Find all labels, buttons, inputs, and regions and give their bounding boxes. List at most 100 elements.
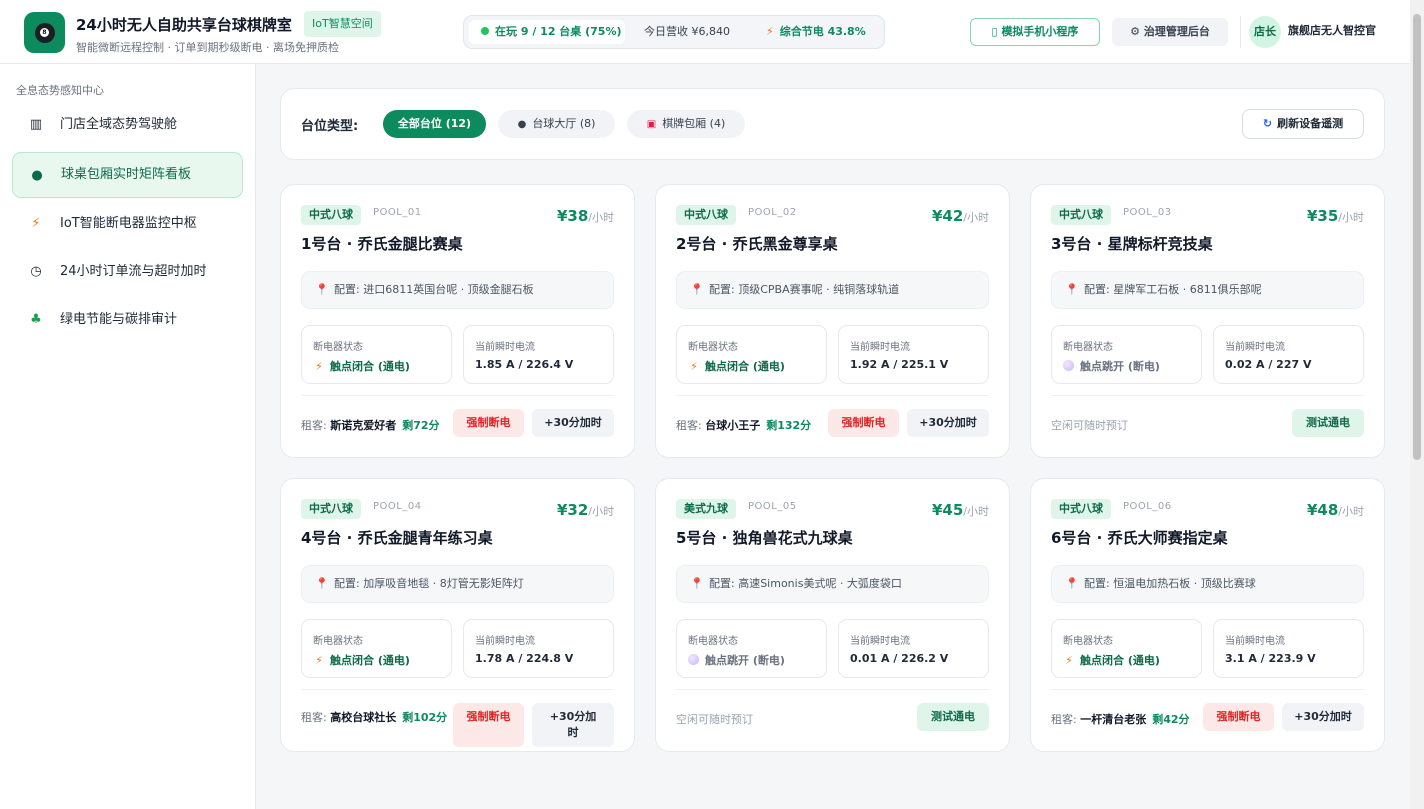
table-name: 2号台 · 乔氏黑金尊享桌 (676, 235, 838, 253)
table-name: 6号台 · 乔氏大师赛指定桌 (1051, 529, 1228, 547)
table-config: 📍 配置: 进口6811英国台呢 · 顶级金腿石板 (301, 271, 614, 309)
table-price: ¥35/小时 (1306, 207, 1364, 225)
sidebar-heading: 全息态势感知中心 (16, 84, 104, 97)
live-dot-icon (481, 27, 489, 35)
bolt-icon: ⚡ (315, 654, 323, 667)
table-type-tag: 中式八球 (301, 499, 361, 519)
table-card: 美式九球 POOL_05 ¥45/小时 5号台 · 独角兽花式九球桌 📍 配置: 高速Si… (655, 478, 1010, 752)
tenant-info: 租客: 台球小王子 剩132分 (676, 419, 812, 432)
idle-status: 空闲可随时预订 (676, 713, 753, 726)
table-price: ¥38/小时 (556, 207, 614, 225)
extend-30min-button[interactable]: +30分加时 (1282, 703, 1364, 731)
force-power-off-button[interactable]: 强制断电 (828, 409, 899, 437)
pin-icon: 📍 (1065, 283, 1079, 296)
iot-badge: IoT智慧空间 (304, 11, 381, 37)
bolt-icon: ⚡ (1065, 654, 1073, 667)
table-config: 📍 配置: 高速Simonis美式呢 · 大弧度袋口 (676, 565, 989, 603)
bolt-icon: ⚡ (690, 360, 698, 373)
sidebar-item-orders[interactable]: ◷ 24小时订单流与超时加时 (12, 249, 243, 295)
force-power-off-button[interactable]: 强制断电 (453, 703, 524, 747)
table-code: POOL_06 (1123, 501, 1172, 512)
header-divider (1240, 16, 1241, 48)
table-price: ¥45/小时 (931, 501, 989, 519)
table-card: 中式八球 POOL_06 ¥48/小时 6号台 · 乔氏大师赛指定桌 📍 配置: 恒温电加… (1030, 478, 1385, 752)
current-reading-box: 当前瞬时电流 3.1 A / 223.9 V (1213, 619, 1364, 678)
force-power-off-button[interactable]: 强制断电 (453, 409, 524, 437)
card-divider (676, 395, 989, 396)
table-name: 5号台 · 独角兽花式九球桌 (676, 529, 853, 547)
top-header: 8 24小时无人自助共享台球棋牌室 IoT智慧空间 智能微断远程控制 · 订单到… (0, 0, 1410, 64)
table-card: 中式八球 POOL_04 ¥32/小时 4号台 · 乔氏金腿青年练习桌 📍 配置: 加厚吸… (280, 478, 635, 752)
live-tables-stat: 在玩 9 / 12 台桌 (75%) (469, 20, 625, 44)
sidebar-item-dashboard[interactable]: ▥ 门店全域态势驾驶舱 (12, 102, 243, 148)
bolt-icon: ⚡ (31, 216, 41, 231)
test-power-on-button[interactable]: 测试通电 (917, 703, 989, 731)
table-price: ¥42/小时 (931, 207, 989, 225)
current-reading-box: 当前瞬时电流 0.01 A / 226.2 V (838, 619, 989, 678)
table-type-tag: 美式九球 (676, 499, 736, 519)
billiard-ball-icon: ● (31, 168, 43, 183)
card-divider (1051, 395, 1364, 396)
admin-console-button[interactable]: ⚙ 治理管理后台 (1112, 18, 1228, 46)
chip-all-tables[interactable]: 全部台位 (12) (383, 110, 486, 138)
table-code: POOL_01 (373, 207, 422, 218)
scrollbar[interactable] (1410, 0, 1424, 809)
stats-bar: 在玩 9 / 12 台桌 (75%) 今日营收 ¥6,840 ⚡ 综合节电 43.… (463, 15, 885, 49)
table-code: POOL_03 (1123, 207, 1172, 218)
table-type-tag: 中式八球 (676, 205, 736, 225)
scrollbar-thumb[interactable] (1413, 14, 1421, 460)
extend-30min-button[interactable]: +30分加时 (907, 409, 989, 437)
app-subtitle: 智能微断远程控制 · 订单到期秒级断电 · 离场免押质检 (76, 41, 339, 54)
pin-icon: 📍 (690, 577, 704, 590)
extend-30min-button[interactable]: +30分加时 (532, 703, 614, 747)
stopwatch-icon: ◷ (30, 264, 42, 279)
table-card: 中式八球 POOL_01 ¥38/小时 1号台 · 乔氏金腿比赛桌 📍 配置: 进口681… (280, 184, 635, 458)
breaker-status-box: 断电器状态 ⚡ 触点闭合 (通电) (301, 325, 452, 384)
mini-program-button[interactable]: ▯ 模拟手机小程序 (970, 18, 1100, 46)
sidebar: 全息态势感知中心 ▥ 门店全域态势驾驶舱 ● 球桌包厢实时矩阵看板 ⚡ IoT智能断电… (0, 64, 256, 809)
table-config: 📍 配置: 加厚吸音地毯 · 8灯管无影矩阵灯 (301, 565, 614, 603)
pin-icon: 📍 (1065, 577, 1079, 590)
force-power-off-button[interactable]: 强制断电 (1203, 703, 1274, 731)
avatar[interactable]: 店长 (1249, 16, 1281, 48)
breaker-status-box: 断电器状态 ⚡ 触点闭合 (通电) (301, 619, 452, 678)
current-reading-box: 当前瞬时电流 0.02 A / 227 V (1213, 325, 1364, 384)
sidebar-item-iot-breaker[interactable]: ⚡ IoT智能断电器监控中枢 (12, 201, 243, 247)
card-divider (676, 689, 989, 690)
table-name: 3号台 · 星牌标杆竞技桌 (1051, 235, 1213, 253)
card-divider (1051, 689, 1364, 690)
current-reading-box: 当前瞬时电流 1.78 A / 224.8 V (463, 619, 614, 678)
tenant-info: 租客: 一杆清台老张 剩42分 (1051, 713, 1190, 726)
current-reading-box: 当前瞬时电流 1.85 A / 226.4 V (463, 325, 614, 384)
extend-30min-button[interactable]: +30分加时 (532, 409, 614, 437)
sidebar-item-green-energy[interactable]: ♣ 绿电节能与碳排审计 (12, 297, 243, 343)
breaker-status-box: 断电器状态 ⚡ 触点闭合 (通电) (676, 325, 827, 384)
table-config: 📍 配置: 星牌军工石板 · 6811俱乐部呢 (1051, 271, 1364, 309)
pin-icon: 📍 (315, 577, 329, 590)
pin-icon: 📍 (690, 283, 704, 296)
app-title: 24小时无人自助共享台球棋牌室 (76, 16, 292, 34)
pin-icon: 📍 (315, 283, 329, 296)
gear-icon: ⚙ (1130, 25, 1144, 38)
chart-icon: ▥ (29, 117, 43, 132)
sprout-icon: ♣ (30, 312, 42, 327)
moon-icon (688, 654, 699, 665)
refresh-telemetry-button[interactable]: ↻ 刷新设备遥测 (1242, 109, 1364, 139)
billiard-ball-icon: ● (517, 119, 527, 130)
chip-chess-rooms[interactable]: ▣ 棋牌包厢 (4) (627, 110, 745, 138)
breaker-status-box: 断电器状态 触点跳开 (断电) (676, 619, 827, 678)
revenue-stat: 今日营收 ¥6,840 (644, 25, 730, 38)
table-type-tag: 中式八球 (1051, 499, 1111, 519)
chip-billiard-hall[interactable]: ● 台球大厅 (8) (498, 110, 615, 138)
sidebar-item-table-matrix[interactable]: ● 球桌包厢实时矩阵看板 (12, 152, 243, 198)
card-divider (301, 689, 614, 690)
table-name: 1号台 · 乔氏金腿比赛桌 (301, 235, 463, 253)
phone-icon: ▯ (991, 25, 1002, 38)
table-code: POOL_02 (748, 207, 797, 218)
table-card: 中式八球 POOL_02 ¥42/小时 2号台 · 乔氏黑金尊享桌 📍 配置: 顶级CPB… (655, 184, 1010, 458)
test-power-on-button[interactable]: 测试通电 (1292, 409, 1364, 437)
tenant-info: 租客: 高校台球社长 剩102分 (301, 711, 448, 724)
table-card: 中式八球 POOL_03 ¥35/小时 3号台 · 星牌标杆竞技桌 📍 配置: 星牌军工石… (1030, 184, 1385, 458)
table-code: POOL_04 (373, 501, 422, 512)
table-price: ¥32/小时 (556, 501, 614, 519)
